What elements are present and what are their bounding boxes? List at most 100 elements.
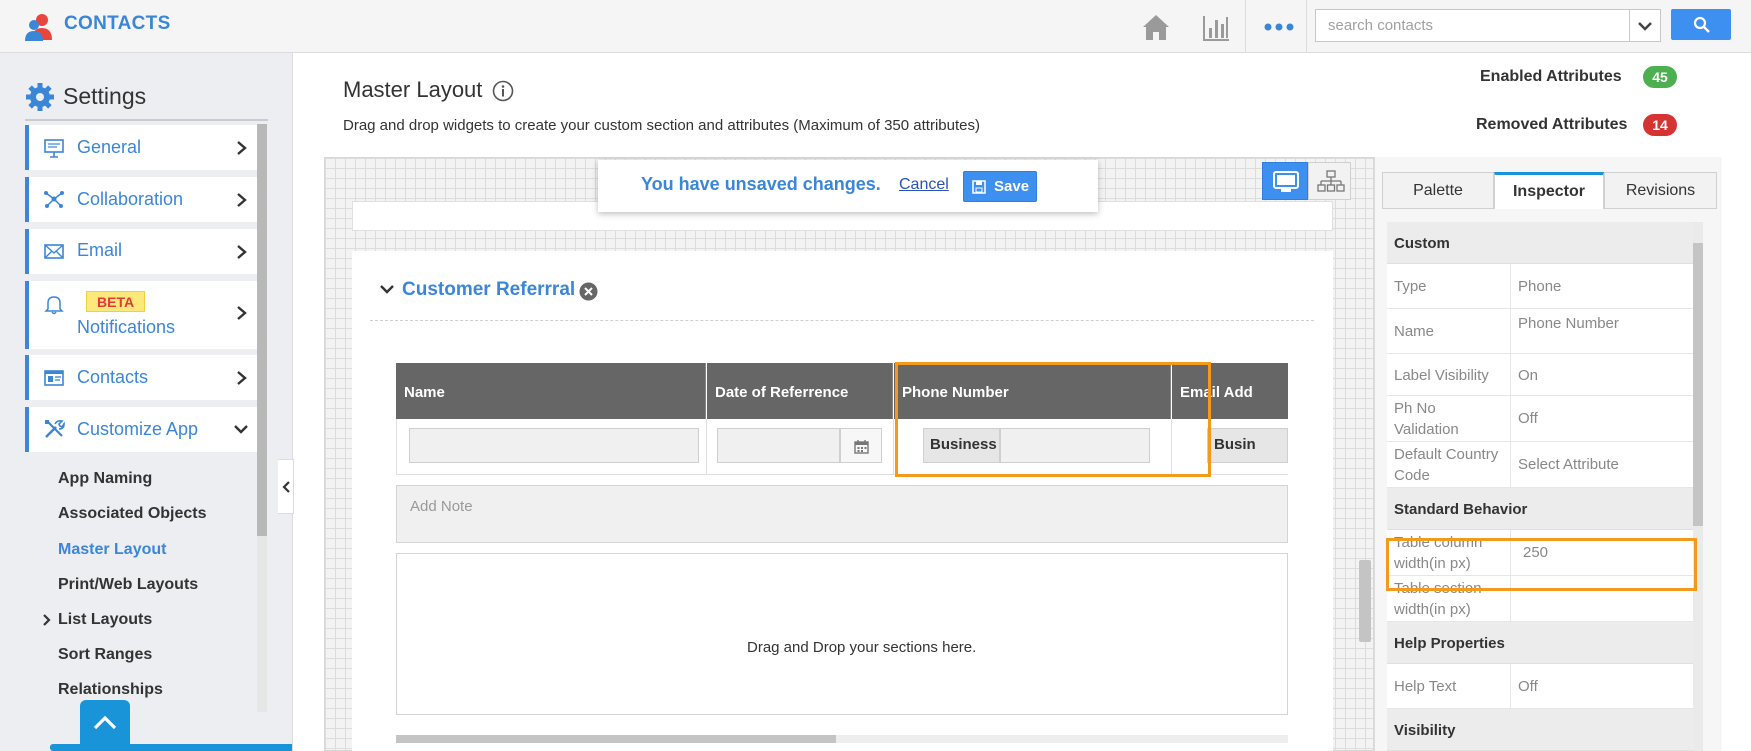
settings-sidebar: Settings General Collaboration Email BET…	[0, 53, 293, 751]
unsaved-message: You have unsaved changes.	[641, 174, 881, 194]
property-value[interactable]: Phone Number	[1511, 309, 1696, 353]
date-picker-button[interactable]	[840, 428, 882, 463]
inspector-scrollbar-thumb[interactable]	[1693, 243, 1703, 526]
date-cell	[707, 419, 894, 475]
name-input[interactable]	[409, 428, 699, 463]
chevron-right-icon[interactable]	[42, 613, 52, 627]
date-input[interactable]	[717, 428, 840, 463]
app-title[interactable]: CONTACTS	[64, 13, 171, 35]
tools-icon	[45, 420, 65, 438]
beta-badge: BETA	[86, 291, 146, 312]
property-row-help-text[interactable]: Help Text Off	[1387, 664, 1696, 709]
desktop-view-toggle[interactable]	[1262, 162, 1308, 200]
home-icon[interactable]	[1140, 12, 1172, 42]
info-icon[interactable]	[492, 80, 514, 102]
note-placeholder: Add Note	[410, 498, 473, 515]
unsaved-changes-bar: You have unsaved changes. Cancel Save	[598, 160, 1098, 212]
add-note-field[interactable]: Add Note	[396, 485, 1288, 543]
more-menu[interactable]	[1245, 0, 1307, 53]
envelope-icon	[44, 244, 64, 259]
divider	[25, 119, 268, 121]
chevron-down-icon	[1638, 22, 1652, 31]
removed-attributes-count: 14	[1643, 114, 1677, 136]
group-help-properties: Help Properties	[1387, 622, 1696, 664]
property-key: Type	[1387, 264, 1511, 308]
chevron-right-icon	[237, 245, 247, 259]
save-button[interactable]: Save	[963, 171, 1037, 202]
property-row-ph-validation[interactable]: Ph No Validation Off	[1387, 396, 1696, 442]
cancel-link[interactable]: Cancel	[899, 176, 949, 194]
enabled-attributes-label[interactable]: Enabled Attributes	[1480, 68, 1622, 86]
tab-revisions[interactable]: Revisions	[1604, 172, 1717, 209]
search-input[interactable]	[1315, 9, 1630, 42]
sidebar-item-customize-app[interactable]: Customize App	[25, 407, 257, 452]
table-header-date[interactable]: Date of Referrence	[707, 363, 893, 419]
more-icon[interactable]	[1264, 22, 1294, 32]
sidebar-item-email[interactable]: Email	[25, 229, 257, 274]
sidebar-item-label: Collaboration	[77, 189, 184, 209]
page-description: Drag and drop widgets to create your cus…	[343, 117, 980, 134]
sidebar-item-label: Customize App	[77, 419, 199, 439]
sidebar-scrollbar-thumb[interactable]	[257, 124, 267, 536]
bell-icon	[44, 296, 64, 315]
sidebar-item-collaboration[interactable]: Collaboration	[25, 177, 257, 222]
chevron-right-icon	[237, 141, 247, 155]
collaboration-icon	[44, 191, 64, 208]
property-row-default-country-code[interactable]: Default Country Code Select Attribute	[1387, 442, 1696, 488]
floppy-disk-icon	[972, 180, 986, 194]
sidebar-subitem-master-layout[interactable]: Master Layout	[58, 541, 166, 559]
sidebar-item-contacts[interactable]: Contacts	[25, 355, 257, 400]
property-key: Name	[1387, 309, 1511, 353]
properties-panel: Palette Inspector Revisions Custom Type …	[1374, 157, 1722, 751]
sidebar-subitem-sort-ranges[interactable]: Sort Ranges	[58, 646, 152, 664]
monitor-icon	[44, 139, 64, 158]
gear-icon	[26, 83, 54, 111]
calendar-icon	[854, 440, 869, 454]
sidebar-item-label: Contacts	[77, 367, 149, 387]
property-value[interactable]: Phone	[1511, 264, 1696, 308]
sidebar-item-general[interactable]: General	[25, 125, 257, 170]
column-label: Date of Referrence	[715, 384, 849, 401]
save-label: Save	[994, 178, 1030, 195]
property-value[interactable]: Select Attribute	[1511, 442, 1696, 487]
group-custom: Custom	[1387, 222, 1696, 264]
search-dropdown-button[interactable]	[1630, 9, 1661, 42]
property-value[interactable]: Off	[1511, 664, 1696, 708]
property-row-type[interactable]: Type Phone	[1387, 264, 1696, 309]
section-title[interactable]: Customer Referrral	[402, 279, 575, 301]
property-key: Default Country Code	[1387, 442, 1511, 487]
hierarchy-icon	[1317, 170, 1345, 192]
analytics-icon[interactable]	[1200, 12, 1232, 42]
search-button[interactable]	[1671, 9, 1731, 40]
collapse-section-icon[interactable]	[379, 283, 395, 295]
search-icon	[1693, 16, 1710, 33]
sidebar-subitem-app-naming[interactable]: App Naming	[58, 470, 152, 488]
sidebar-subitem-relationships[interactable]: Relationships	[58, 681, 163, 699]
name-cell	[396, 419, 707, 475]
column-label: Name	[404, 384, 445, 401]
sidebar-item-label: Email	[77, 240, 123, 260]
canvas-scrollbar-thumb[interactable]	[1359, 560, 1371, 642]
table-scrollbar-thumb[interactable]	[396, 735, 836, 743]
sidebar-subitem-print-web-layouts[interactable]: Print/Web Layouts	[58, 576, 198, 594]
table-header-name[interactable]: Name	[396, 363, 706, 419]
top-bar: CONTACTS	[0, 0, 1751, 53]
property-value[interactable]: Off	[1511, 396, 1696, 441]
sidebar-subitem-associated-objects[interactable]: Associated Objects	[58, 505, 207, 523]
sidebar-item-notifications[interactable]: BETA Notifications	[25, 281, 257, 349]
section-drop-zone[interactable]: Drag and Drop your sections here.	[396, 553, 1288, 715]
remove-section-icon[interactable]	[579, 282, 598, 301]
tab-inspector[interactable]: Inspector	[1494, 172, 1604, 209]
property-row-label-visibility[interactable]: Label Visibility On	[1387, 354, 1696, 396]
hierarchy-view-toggle[interactable]	[1308, 162, 1351, 200]
removed-attributes-label[interactable]: Removed Attributes	[1476, 116, 1627, 134]
chevron-up-icon	[93, 715, 117, 730]
email-type-label[interactable]: Busin	[1207, 428, 1288, 463]
property-value[interactable]: On	[1511, 354, 1696, 395]
sidebar-subitem-list-layouts[interactable]: List Layouts	[58, 611, 152, 629]
property-key: Label Visibility	[1387, 354, 1511, 395]
tab-palette[interactable]: Palette	[1382, 172, 1494, 209]
property-row-name[interactable]: Name Phone Number	[1387, 309, 1696, 354]
bottom-bar	[50, 744, 292, 751]
collapse-sidebar-button[interactable]	[278, 459, 294, 514]
